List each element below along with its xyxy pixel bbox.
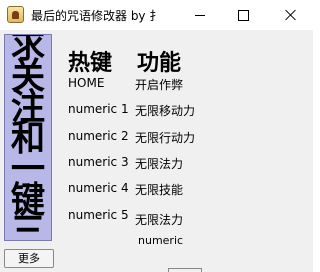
title-bar[interactable]: 最后的咒语修改器 by 扌 [0, 0, 313, 30]
function-label: numeric [138, 234, 184, 247]
hotkey-column-header: 热键 [68, 51, 113, 76]
partial-control-edge [168, 268, 202, 272]
minimize-icon [194, 14, 205, 16]
app-icon [7, 6, 24, 23]
function-label: 无限法力 [135, 213, 184, 227]
function-label: 开启作弊 [135, 78, 184, 92]
maximize-button[interactable] [221, 0, 266, 30]
function-label: 无限技能 [135, 183, 184, 197]
hotkey-label: numeric 2 [68, 129, 129, 143]
close-icon [285, 9, 297, 21]
side-banner: 求 关 注 和 一 键 三 连 [4, 34, 52, 241]
function-label: 无限法力 [135, 157, 184, 171]
hotkey-label: HOME [68, 76, 105, 90]
minimize-button[interactable] [177, 0, 222, 30]
hotkey-label: numeric 3 [68, 155, 129, 169]
function-label: 无限移动力 [135, 104, 196, 118]
hotkey-label: numeric 5 [68, 208, 129, 222]
window-title: 最后的咒语修改器 by 扌 [31, 9, 162, 23]
side-banner-text: 求 关 注 和 一 键 三 连 [10, 34, 46, 241]
client-area: 求 关 注 和 一 键 三 连 更多 热键 功能 HOME 开启作弊 numer… [0, 30, 313, 272]
function-column-header: 功能 [137, 51, 182, 76]
function-label: 无限行动力 [135, 131, 196, 145]
hotkey-label: numeric 1 [68, 102, 129, 116]
close-button[interactable] [268, 0, 313, 30]
hotkey-label: numeric 4 [68, 181, 129, 195]
maximize-icon [238, 9, 249, 21]
more-button[interactable]: 更多 [4, 249, 54, 268]
